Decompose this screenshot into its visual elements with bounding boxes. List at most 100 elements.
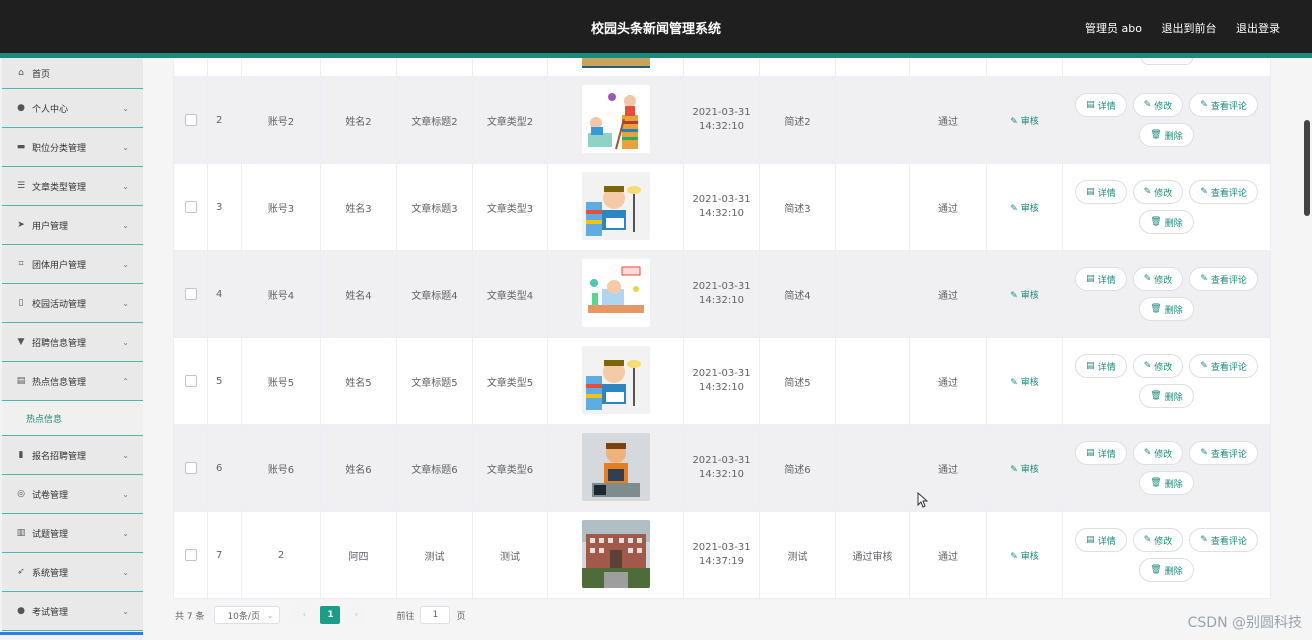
delete-button[interactable]: 🗑 删除	[1139, 384, 1194, 408]
ops-cell: ▤ 详情 ✎ 修改 ✎ 查看评论 🗑 删除	[1063, 77, 1270, 163]
row-checkbox[interactable]	[184, 114, 197, 126]
thumbnail-cell	[548, 77, 684, 163]
thumbnail-image[interactable]	[581, 171, 650, 243]
name-cell: 姓名5	[321, 338, 397, 424]
sidebar-item-label: 试卷管理	[32, 490, 69, 501]
audit-link[interactable]: ✎ 审核	[1010, 201, 1038, 214]
sidebar-item-label: 校园活动管理	[32, 299, 87, 310]
row-checkbox[interactable]	[184, 201, 197, 213]
delete-label: 删除	[1164, 566, 1183, 577]
edit-icon: ✎	[1143, 448, 1152, 458]
type-cell: 文章类型2	[473, 77, 548, 163]
edit-button[interactable]: ✎ 修改	[1132, 267, 1184, 291]
delete-button[interactable]: 🗑 删除	[1139, 558, 1194, 582]
sidebar-item-4[interactable]: ➤ 用户管理 ⌄	[2, 206, 143, 245]
detail-button[interactable]: ▤ 详情	[1075, 441, 1127, 465]
sidebar-item-0[interactable]: ⌂ 首页	[2, 58, 143, 89]
edit-button[interactable]: ✎ 修改	[1132, 528, 1184, 552]
mic-icon: ▯	[18, 298, 24, 308]
edit-button[interactable]: ✎ 修改	[1132, 354, 1184, 378]
chevron-down-icon: ⌄	[122, 298, 129, 308]
edit-icon: ✎	[1143, 361, 1152, 371]
row-checkbox[interactable]	[184, 375, 197, 387]
submenu-item-hot-info[interactable]: 热点信息	[2, 401, 143, 436]
delete-button[interactable]: 🗑 删除	[1139, 210, 1194, 234]
sidebar-item-6[interactable]: ▯ 校园活动管理 ⌄	[2, 284, 143, 323]
detail-button[interactable]: ▤ 详情	[1075, 528, 1127, 552]
thumbnail-partial	[581, 58, 650, 68]
sidebar-item-7[interactable]: ▼ 招聘信息管理 ⌄	[2, 323, 143, 362]
sidebar-item-label: 文章类型管理	[32, 182, 87, 193]
sidebar-item-5[interactable]: ⌗ 团体用户管理 ⌄	[2, 245, 143, 284]
audit-link[interactable]: ✎ 审核	[1010, 549, 1038, 562]
detail-button[interactable]: ▤ 详情	[1075, 93, 1127, 117]
thumbnail-image[interactable]	[581, 345, 650, 417]
sidebar-item-13[interactable]: ● 考试管理 ⌄	[2, 592, 143, 631]
delete-label: 删除	[1164, 218, 1183, 229]
view-comments-button[interactable]: ✎ 查看评论	[1189, 180, 1258, 204]
view-comments-button[interactable]: ✎ 查看评论	[1189, 93, 1258, 117]
row-checkbox[interactable]	[184, 288, 197, 300]
comments-label: 查看评论	[1210, 449, 1247, 460]
row-checkbox[interactable]	[184, 462, 197, 474]
view-comments-button[interactable]: ✎ 查看评论	[1189, 354, 1258, 378]
sidebar-item-8[interactable]: ▤ 热点信息管理 ⌃	[2, 362, 143, 401]
delete-button[interactable]: 🗑 删除	[1139, 123, 1194, 147]
edit-icon: ✎	[1200, 448, 1208, 458]
page-number-1[interactable]: 1	[320, 606, 341, 624]
news-table: 2 账号2 姓名2 文章标题2 文章类型2 2021-03-31 14:32:10 简述2 通过…	[173, 58, 1271, 599]
thumbnail-image[interactable]	[581, 519, 650, 591]
row-checkbox[interactable]	[184, 549, 197, 561]
sidebar-item-label: 用户管理	[32, 221, 69, 232]
delete-button[interactable]: 🗑 删除	[1139, 471, 1194, 495]
thumbnail-image[interactable]	[581, 258, 650, 330]
edit-button[interactable]: ✎ 修改	[1132, 93, 1184, 117]
edit-button[interactable]: ✎ 修改	[1132, 441, 1184, 465]
prev-page-button[interactable]: ‹	[294, 606, 315, 624]
delete-button[interactable]: 🗑 删除	[1139, 297, 1194, 321]
goto-page-input[interactable]: 1	[420, 606, 451, 624]
audit-link[interactable]: ✎ 审核	[1010, 375, 1038, 388]
edit-icon: ✎	[1143, 187, 1152, 197]
detail-button[interactable]: ▤ 详情	[1075, 354, 1127, 378]
page-scrollbar[interactable]	[1298, 58, 1312, 640]
time-cell: 2021-03-31 14:37:19	[684, 512, 760, 598]
thumbnail-image[interactable]	[581, 432, 650, 504]
audit-link[interactable]: ✎ 审核	[1010, 288, 1038, 301]
page-size-select[interactable]: 10条/页 ⌄	[214, 606, 281, 624]
crop-icon: ⌗	[18, 259, 24, 269]
type-cell: 文章类型3	[473, 164, 548, 250]
audit-cell: ✎ 审核	[987, 338, 1063, 424]
detail-button[interactable]: ▤ 详情	[1075, 267, 1127, 291]
account-cell: 账号4	[242, 251, 321, 337]
sidebar-item-10[interactable]: ◎ 试卷管理 ⌄	[2, 475, 143, 514]
time-text: 14:32:10	[699, 382, 744, 393]
logout-link[interactable]: 退出登录	[1236, 22, 1280, 35]
view-comments-button[interactable]: ✎ 查看评论	[1189, 267, 1258, 291]
ops-cell: ▤ 详情 ✎ 修改 ✎ 查看评论 🗑 删除	[1063, 164, 1270, 250]
sidebar-item-12[interactable]: ➶ 系统管理 ⌄	[2, 553, 143, 592]
edit-icon: ✎	[1200, 361, 1208, 371]
audit-link[interactable]: ✎ 审核	[1010, 462, 1038, 475]
sidebar-item-9[interactable]: ▮ 报名招聘管理 ⌄	[2, 436, 143, 475]
audit-link[interactable]: ✎ 审核	[1010, 114, 1038, 127]
chevron-down-icon: ⌄	[122, 606, 129, 616]
chevron-down-icon: ⌄	[122, 450, 129, 460]
back-to-front-link[interactable]: 退出到前台	[1162, 22, 1217, 35]
view-comments-button[interactable]: ✎ 查看评论	[1189, 528, 1258, 552]
sidebar-item-3[interactable]: ☰ 文章类型管理 ⌄	[2, 167, 143, 206]
sidebar-item-2[interactable]: ▬ 职位分类管理 ⌄	[2, 128, 143, 167]
next-page-button[interactable]: ›	[346, 606, 367, 624]
thumbnail-image[interactable]	[581, 84, 650, 156]
view-comments-button[interactable]: ✎ 查看评论	[1189, 441, 1258, 465]
detail-button[interactable]: ▤ 详情	[1075, 180, 1127, 204]
name-cell: 姓名4	[321, 251, 397, 337]
edit-button[interactable]: ✎ 修改	[1132, 180, 1184, 204]
ops-cell: ▤ 详情 ✎ 修改 ✎ 查看评论 🗑 删除	[1063, 338, 1270, 424]
sidebar-item-11[interactable]: ▥ 试题管理 ⌄	[2, 514, 143, 553]
sidebar-item-1[interactable]: ● 个人中心 ⌄	[2, 89, 143, 128]
table-row-partial	[174, 58, 1270, 77]
page-scroll-thumb[interactable]	[1304, 120, 1310, 216]
row-checkbox-cell	[174, 425, 208, 511]
goto-label: 前往	[396, 611, 415, 622]
